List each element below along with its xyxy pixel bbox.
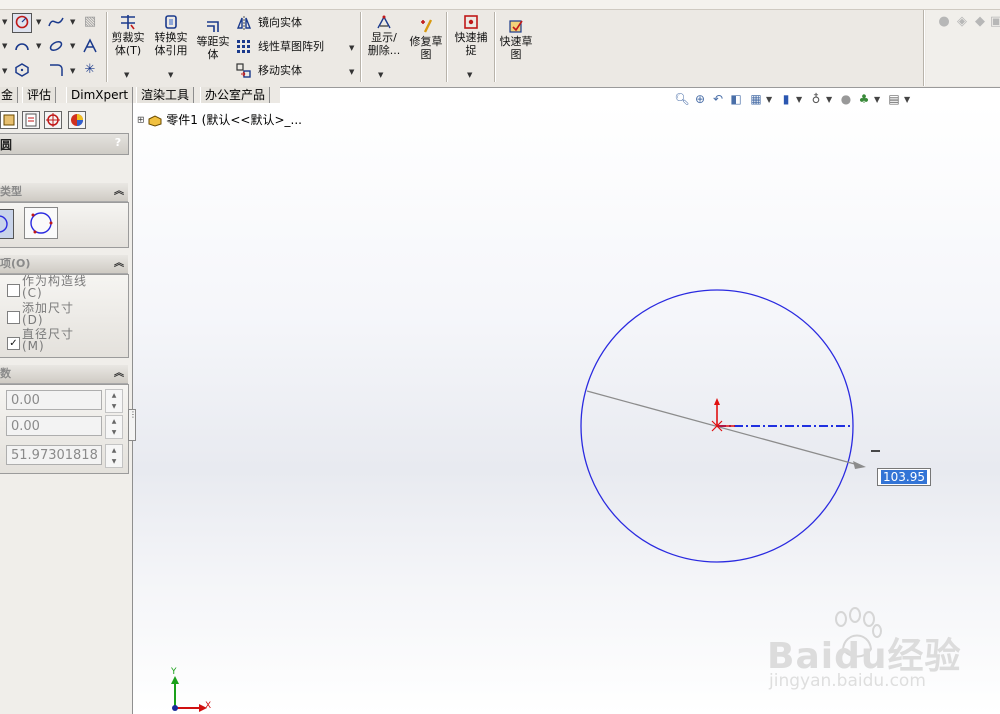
construction-label: 作为构造线 (C) xyxy=(22,274,88,300)
parameters-section-header[interactable]: 数 ︽ xyxy=(0,365,128,384)
spin-down-icon[interactable]: ▼ xyxy=(106,456,122,467)
parameters-section-title: 数 xyxy=(0,367,11,380)
center-circle-option-icon[interactable] xyxy=(0,209,14,239)
panel-splitter-handle[interactable]: ⋮ xyxy=(128,409,137,441)
add-dimensions-label: 添加尺寸 (D) xyxy=(22,301,75,327)
configuration-manager-tab-icon[interactable] xyxy=(44,111,62,129)
add-dimensions-checkbox[interactable] xyxy=(7,311,20,324)
collapse-chevron-icon[interactable]: ︽ xyxy=(114,183,124,201)
origin-y-arrowhead xyxy=(714,398,720,405)
triad-x-label: X xyxy=(205,701,212,711)
spin-up-icon[interactable]: ▲ xyxy=(106,416,122,427)
options-section-header[interactable]: 项(O) ︽ xyxy=(0,255,128,274)
center-y-spinner[interactable]: ▲ ▼ xyxy=(105,415,123,439)
watermark-url: jingyan.baidu.com xyxy=(769,671,926,691)
spin-up-icon[interactable]: ▲ xyxy=(106,445,122,456)
parameters-section: 0.00 ▲ ▼ 0.00 ▲ ▼ 51.97301818 ▲ ▼ xyxy=(0,384,129,474)
help-button[interactable]: ? xyxy=(112,136,124,150)
type-section xyxy=(0,202,129,248)
radius-spinner[interactable]: ▲ ▼ xyxy=(105,444,123,468)
center-x-field[interactable]: 0.00 xyxy=(6,390,102,410)
diameter-dimension-line xyxy=(586,390,863,467)
options-section-title: 项(O) xyxy=(0,257,31,270)
baidu-watermark: Baidu经验 jingyan.baidu.com xyxy=(765,605,985,705)
construction-checkbox[interactable] xyxy=(7,284,20,297)
feature-manager-tab-icon[interactable] xyxy=(0,111,18,129)
property-manager: 圆 ? 类型 ︽ 项(O) ︽ 作为构造线 (C) 添加尺寸 (D) ✓ 直径尺… xyxy=(0,103,137,714)
perimeter-circle-option-icon[interactable] xyxy=(24,207,58,239)
panel-tab-strip xyxy=(0,109,96,129)
dimension-arrow xyxy=(853,461,866,469)
dimension-value-text[interactable]: 103.95 xyxy=(881,470,927,484)
triad-origin xyxy=(172,705,178,711)
panel-title: 圆 xyxy=(0,138,13,152)
type-section-title: 类型 xyxy=(0,185,22,198)
center-x-spinner[interactable]: ▲ ▼ xyxy=(105,389,123,413)
panel-title-bar: 圆 ? xyxy=(0,133,129,155)
diameter-dimension-label: 直径尺寸 (M) xyxy=(22,327,75,353)
display-manager-tab-icon[interactable] xyxy=(68,111,86,129)
spin-down-icon[interactable]: ▼ xyxy=(106,427,122,438)
triad-y-label: Y xyxy=(171,667,177,677)
property-manager-tab-icon[interactable] xyxy=(22,111,40,129)
type-section-header[interactable]: 类型 ︽ xyxy=(0,183,128,202)
triad-y-arrowhead xyxy=(171,676,179,684)
collapse-chevron-icon[interactable]: ︽ xyxy=(114,255,124,273)
collapse-chevron-icon[interactable]: ︽ xyxy=(114,365,124,383)
center-y-field[interactable]: 0.00 xyxy=(6,416,102,436)
spin-up-icon[interactable]: ▲ xyxy=(106,390,122,401)
options-section: 作为构造线 (C) 添加尺寸 (D) ✓ 直径尺寸 (M) xyxy=(0,274,129,358)
diameter-dimension-checkbox[interactable]: ✓ xyxy=(7,337,20,350)
radius-field[interactable]: 51.97301818 xyxy=(6,445,102,465)
spin-down-icon[interactable]: ▼ xyxy=(106,401,122,412)
